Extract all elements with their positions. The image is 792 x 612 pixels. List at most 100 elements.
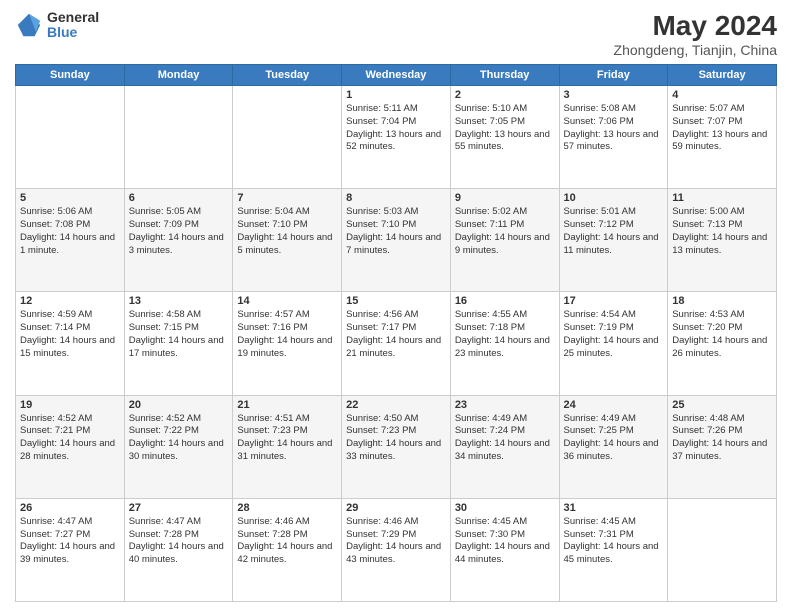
sunset-text: Sunset: 7:26 PM xyxy=(672,425,772,438)
daylight-text: Daylight: 14 hours and 13 minutes. xyxy=(672,232,772,258)
day-number: 21 xyxy=(237,399,337,411)
daylight-text: Daylight: 14 hours and 40 minutes. xyxy=(129,541,229,567)
day-number: 10 xyxy=(564,192,664,204)
daylight-text: Daylight: 14 hours and 43 minutes. xyxy=(346,541,446,567)
calendar-cell: 17Sunrise: 4:54 AMSunset: 7:19 PMDayligh… xyxy=(559,292,668,395)
sunrise-text: Sunrise: 5:01 AM xyxy=(564,206,664,219)
header-row: SundayMondayTuesdayWednesdayThursdayFrid… xyxy=(16,65,777,86)
sunset-text: Sunset: 7:22 PM xyxy=(129,425,229,438)
daylight-text: Daylight: 14 hours and 3 minutes. xyxy=(129,232,229,258)
daylight-text: Daylight: 14 hours and 45 minutes. xyxy=(564,541,664,567)
sunset-text: Sunset: 7:18 PM xyxy=(455,322,555,335)
header: General Blue May 2024 Zhongdeng, Tianjin… xyxy=(15,10,777,58)
day-number: 6 xyxy=(129,192,229,204)
column-header-monday: Monday xyxy=(124,65,233,86)
sunrise-text: Sunrise: 4:54 AM xyxy=(564,309,664,322)
calendar-cell xyxy=(668,498,777,601)
daylight-text: Daylight: 14 hours and 44 minutes. xyxy=(455,541,555,567)
calendar-cell: 2Sunrise: 5:10 AMSunset: 7:05 PMDaylight… xyxy=(450,86,559,189)
daylight-text: Daylight: 14 hours and 36 minutes. xyxy=(564,438,664,464)
sunset-text: Sunset: 7:15 PM xyxy=(129,322,229,335)
daylight-text: Daylight: 13 hours and 52 minutes. xyxy=(346,129,446,155)
calendar-cell: 20Sunrise: 4:52 AMSunset: 7:22 PMDayligh… xyxy=(124,395,233,498)
daylight-text: Daylight: 14 hours and 37 minutes. xyxy=(672,438,772,464)
week-row-3: 12Sunrise: 4:59 AMSunset: 7:14 PMDayligh… xyxy=(16,292,777,395)
logo-icon xyxy=(15,11,43,39)
sunset-text: Sunset: 7:10 PM xyxy=(346,219,446,232)
daylight-text: Daylight: 14 hours and 15 minutes. xyxy=(20,335,120,361)
sunrise-text: Sunrise: 4:49 AM xyxy=(455,413,555,426)
sunset-text: Sunset: 7:06 PM xyxy=(564,116,664,129)
sunset-text: Sunset: 7:10 PM xyxy=(237,219,337,232)
sunrise-text: Sunrise: 5:03 AM xyxy=(346,206,446,219)
sunset-text: Sunset: 7:19 PM xyxy=(564,322,664,335)
sunrise-text: Sunrise: 5:11 AM xyxy=(346,103,446,116)
day-number: 19 xyxy=(20,399,120,411)
daylight-text: Daylight: 14 hours and 11 minutes. xyxy=(564,232,664,258)
day-number: 3 xyxy=(564,89,664,101)
calendar-cell: 9Sunrise: 5:02 AMSunset: 7:11 PMDaylight… xyxy=(450,189,559,292)
daylight-text: Daylight: 14 hours and 31 minutes. xyxy=(237,438,337,464)
sunset-text: Sunset: 7:30 PM xyxy=(455,529,555,542)
sunset-text: Sunset: 7:14 PM xyxy=(20,322,120,335)
calendar-cell: 19Sunrise: 4:52 AMSunset: 7:21 PMDayligh… xyxy=(16,395,125,498)
title-block: May 2024 Zhongdeng, Tianjin, China xyxy=(614,10,777,58)
day-number: 27 xyxy=(129,502,229,514)
sunrise-text: Sunrise: 4:46 AM xyxy=(237,516,337,529)
daylight-text: Daylight: 14 hours and 9 minutes. xyxy=(455,232,555,258)
day-number: 12 xyxy=(20,295,120,307)
day-number: 8 xyxy=(346,192,446,204)
sunset-text: Sunset: 7:08 PM xyxy=(20,219,120,232)
sunrise-text: Sunrise: 4:58 AM xyxy=(129,309,229,322)
sunrise-text: Sunrise: 4:50 AM xyxy=(346,413,446,426)
sunrise-text: Sunrise: 5:07 AM xyxy=(672,103,772,116)
day-number: 23 xyxy=(455,399,555,411)
sunset-text: Sunset: 7:05 PM xyxy=(455,116,555,129)
sunrise-text: Sunrise: 4:53 AM xyxy=(672,309,772,322)
logo-blue-text: Blue xyxy=(47,25,99,40)
sunrise-text: Sunrise: 4:45 AM xyxy=(455,516,555,529)
calendar-cell: 4Sunrise: 5:07 AMSunset: 7:07 PMDaylight… xyxy=(668,86,777,189)
day-number: 2 xyxy=(455,89,555,101)
page: General Blue May 2024 Zhongdeng, Tianjin… xyxy=(0,0,792,612)
subtitle: Zhongdeng, Tianjin, China xyxy=(614,42,777,58)
calendar-cell: 13Sunrise: 4:58 AMSunset: 7:15 PMDayligh… xyxy=(124,292,233,395)
calendar-cell: 15Sunrise: 4:56 AMSunset: 7:17 PMDayligh… xyxy=(342,292,451,395)
daylight-text: Daylight: 14 hours and 25 minutes. xyxy=(564,335,664,361)
calendar-cell: 26Sunrise: 4:47 AMSunset: 7:27 PMDayligh… xyxy=(16,498,125,601)
daylight-text: Daylight: 14 hours and 7 minutes. xyxy=(346,232,446,258)
calendar-table: SundayMondayTuesdayWednesdayThursdayFrid… xyxy=(15,64,777,602)
sunrise-text: Sunrise: 4:57 AM xyxy=(237,309,337,322)
sunset-text: Sunset: 7:23 PM xyxy=(237,425,337,438)
day-number: 26 xyxy=(20,502,120,514)
calendar-body: 1Sunrise: 5:11 AMSunset: 7:04 PMDaylight… xyxy=(16,86,777,602)
calendar-cell: 30Sunrise: 4:45 AMSunset: 7:30 PMDayligh… xyxy=(450,498,559,601)
sunrise-text: Sunrise: 4:48 AM xyxy=(672,413,772,426)
calendar-cell: 21Sunrise: 4:51 AMSunset: 7:23 PMDayligh… xyxy=(233,395,342,498)
sunset-text: Sunset: 7:16 PM xyxy=(237,322,337,335)
calendar-cell: 24Sunrise: 4:49 AMSunset: 7:25 PMDayligh… xyxy=(559,395,668,498)
day-number: 22 xyxy=(346,399,446,411)
day-number: 20 xyxy=(129,399,229,411)
day-number: 28 xyxy=(237,502,337,514)
sunrise-text: Sunrise: 4:47 AM xyxy=(20,516,120,529)
sunset-text: Sunset: 7:09 PM xyxy=(129,219,229,232)
sunset-text: Sunset: 7:11 PM xyxy=(455,219,555,232)
daylight-text: Daylight: 14 hours and 39 minutes. xyxy=(20,541,120,567)
sunrise-text: Sunrise: 4:45 AM xyxy=(564,516,664,529)
calendar-cell xyxy=(124,86,233,189)
calendar-cell: 27Sunrise: 4:47 AMSunset: 7:28 PMDayligh… xyxy=(124,498,233,601)
week-row-2: 5Sunrise: 5:06 AMSunset: 7:08 PMDaylight… xyxy=(16,189,777,292)
sunrise-text: Sunrise: 5:00 AM xyxy=(672,206,772,219)
sunset-text: Sunset: 7:28 PM xyxy=(129,529,229,542)
week-row-5: 26Sunrise: 4:47 AMSunset: 7:27 PMDayligh… xyxy=(16,498,777,601)
sunset-text: Sunset: 7:29 PM xyxy=(346,529,446,542)
sunrise-text: Sunrise: 5:10 AM xyxy=(455,103,555,116)
calendar-cell: 8 Sunrise: 5:03 AMSunset: 7:10 PMDaylight… xyxy=(342,189,451,292)
daylight-text: Daylight: 13 hours and 59 minutes. xyxy=(672,129,772,155)
day-number: 15 xyxy=(346,295,446,307)
calendar-cell: 29Sunrise: 4:46 AMSunset: 7:29 PMDayligh… xyxy=(342,498,451,601)
daylight-text: Daylight: 14 hours and 34 minutes. xyxy=(455,438,555,464)
day-number: 24 xyxy=(564,399,664,411)
daylight-text: Daylight: 14 hours and 19 minutes. xyxy=(237,335,337,361)
